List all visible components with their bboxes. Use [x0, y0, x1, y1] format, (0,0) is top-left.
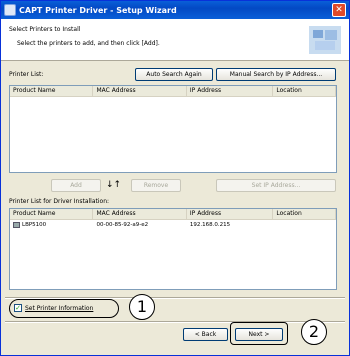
setup-wizard-window: CAPT Printer Driver - Setup Wizard ✕ Sel… [0, 0, 350, 356]
ip-address-cell: 192.168.0.215 [189, 222, 231, 228]
window-title: CAPT Printer Driver - Setup Wizard [19, 5, 177, 15]
column-product-name[interactable]: Product Name [10, 86, 94, 96]
separator [5, 321, 345, 323]
wizard-header: Select Printers to Install Select the pr… [1, 19, 349, 61]
back-button[interactable]: < Back [183, 328, 228, 341]
auto-search-again-button[interactable]: Auto Search Again [135, 68, 213, 81]
column-product-name[interactable]: Product Name [10, 209, 94, 219]
manual-search-by-ip-button[interactable]: Manual Search by IP Address... [216, 68, 336, 81]
column-location[interactable]: Location [273, 86, 336, 96]
close-button[interactable]: ✕ [332, 3, 346, 17]
set-ip-address-button[interactable]: Set IP Address... [216, 179, 336, 192]
set-printer-information-checkbox[interactable]: ✓ [14, 304, 22, 312]
title-bar: CAPT Printer Driver - Setup Wizard ✕ [1, 1, 349, 19]
install-list-header: Product Name MAC Address IP Address Loca… [10, 209, 336, 220]
header-subtitle: Select the printers to add, and then cli… [17, 40, 160, 47]
product-name: LBP5100 [22, 222, 47, 228]
location-cell [273, 220, 336, 231]
column-ip-address[interactable]: IP Address [187, 209, 274, 219]
mac-address-cell: 00-00-85-92-a9-e2 [96, 222, 149, 228]
column-mac-address[interactable]: MAC Address [93, 86, 187, 96]
remove-button[interactable]: Remove [131, 179, 181, 192]
move-arrows-icon: ↓↑ [106, 180, 122, 190]
add-button[interactable]: Add [51, 179, 101, 192]
set-printer-information-label[interactable]: Set Printer Information [25, 305, 93, 312]
printer-wizard-graphic [309, 26, 341, 54]
printer-app-icon [4, 4, 16, 16]
table-row[interactable]: LBP5100 00-00-85-92-a9-e2 192.168.0.215 [10, 220, 336, 231]
printer-list-label: Printer List: [9, 71, 44, 78]
printer-list[interactable]: Product Name MAC Address IP Address Loca… [9, 85, 337, 173]
header-title: Select Printers to Install [9, 26, 81, 33]
printer-icon [13, 221, 20, 228]
callout-1: 1 [129, 294, 155, 320]
column-location[interactable]: Location [273, 209, 336, 219]
printer-list-header: Product Name MAC Address IP Address Loca… [10, 86, 336, 97]
column-ip-address[interactable]: IP Address [187, 86, 274, 96]
install-list[interactable]: Product Name MAC Address IP Address Loca… [9, 208, 337, 290]
next-button[interactable]: Next > [235, 328, 283, 341]
column-mac-address[interactable]: MAC Address [93, 209, 187, 219]
install-list-label: Printer List for Driver Installation: [9, 198, 110, 205]
callout-2: 2 [301, 319, 327, 345]
product-cell: LBP5100 [10, 220, 93, 231]
